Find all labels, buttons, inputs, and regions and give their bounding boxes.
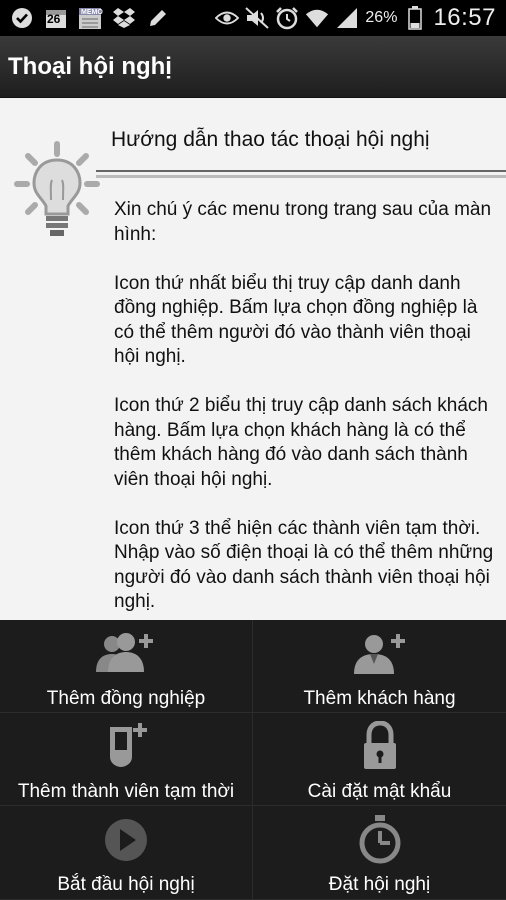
set-password-label: Cài đặt mật khẩu: [307, 781, 452, 802]
add-temp-member-button[interactable]: Thêm thành viên tạm thời: [0, 713, 253, 806]
add-temp-member-icon: [94, 721, 158, 771]
add-colleague-button[interactable]: Thêm đồng nghiệp: [0, 620, 253, 713]
signal-icon: [335, 6, 359, 30]
start-conference-label: Bắt đầu hội nghị: [57, 874, 195, 895]
instruction-paragraph: Icon thứ nhất biểu thị truy cập danh dan…: [114, 272, 478, 368]
check-circle-icon: [10, 6, 34, 30]
add-temp-member-label: Thêm thành viên tạm thời: [17, 781, 235, 802]
page-title: Thoại hội nghị: [8, 52, 172, 80]
timer-icon: [348, 814, 412, 864]
instruction-paragraph: Xin chú ý các menu trong trang sau của m…: [114, 199, 492, 245]
battery-percent: 26%: [365, 9, 398, 26]
wifi-icon: [305, 6, 329, 30]
start-conference-button[interactable]: Bắt đầu hội nghị: [0, 806, 253, 900]
instruction-paragraph: Icon thứ 3 thể hiện các thành viên tạm t…: [114, 517, 494, 613]
lock-icon: [348, 721, 412, 771]
instructions-heading: Hướng dẫn thao tác thoại hội nghị: [111, 128, 430, 151]
alarm-icon: [275, 6, 299, 30]
lightbulb-icon: [14, 141, 100, 236]
instructions-panel[interactable]: Hướng dẫn thao tác thoại hội nghị Xin ch…: [0, 98, 506, 620]
memo-label: MEMO: [81, 9, 103, 16]
clock-time: 16:57: [433, 4, 496, 31]
heading-divider: [96, 170, 506, 172]
dropbox-icon: [112, 6, 136, 30]
calendar-day: 26: [47, 12, 61, 26]
memo-icon: MEMO: [78, 6, 103, 30]
add-customer-label: Thêm khách hàng: [303, 688, 456, 709]
eye-icon: [215, 6, 240, 30]
mute-icon: [245, 6, 270, 30]
add-customer-icon: [348, 628, 412, 678]
add-colleague-label: Thêm đồng nghiệp: [46, 688, 206, 709]
add-colleague-icon: [94, 628, 158, 678]
play-icon: [94, 814, 158, 864]
heading-divider-shadow: [96, 175, 506, 178]
status-bar: 26 MEMO 26% 16:57: [0, 0, 506, 36]
action-menu: Thêm đồng nghiệp Thêm khách hàng Thêm th…: [0, 620, 506, 900]
schedule-conference-label: Đặt hội nghị: [328, 874, 431, 895]
instruction-paragraph: Icon thứ 2 biểu thị truy cập danh sách k…: [114, 395, 488, 490]
pencil-icon: [146, 6, 170, 30]
title-bar: Thoại hội nghị: [0, 36, 506, 98]
instructions-body: Xin chú ý các menu trong trang sau của m…: [114, 198, 494, 620]
set-password-button[interactable]: Cài đặt mật khẩu: [253, 713, 506, 806]
schedule-conference-button[interactable]: Đặt hội nghị: [253, 806, 506, 900]
add-customer-button[interactable]: Thêm khách hàng: [253, 620, 506, 713]
calendar-icon: 26: [44, 6, 68, 30]
battery-icon: [403, 6, 427, 30]
